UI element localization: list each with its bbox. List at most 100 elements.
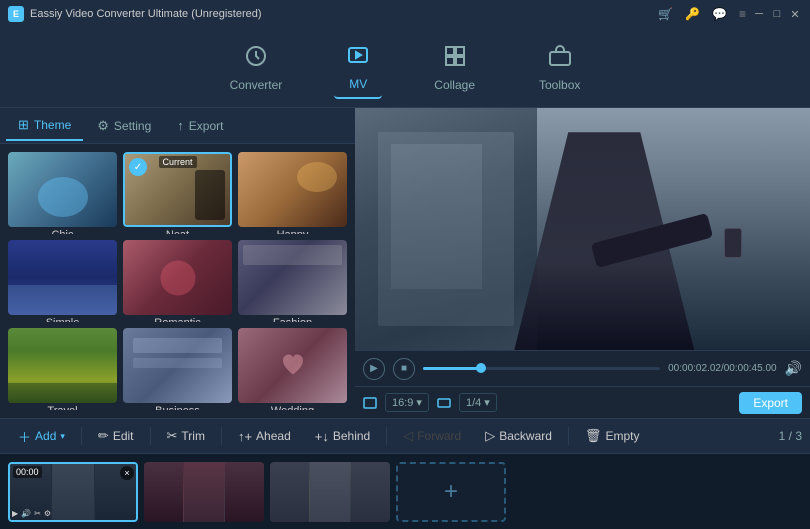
theme-travel[interactable]: Travel [8,328,117,410]
theme-tab-icon: ⊞ [18,117,29,133]
theme-business-name: Business [123,405,232,410]
theme-chic-name: Chic [8,229,117,234]
right-panel: ▶ ■ 00:00:02.02/00:00:45.00 🔊 16:9 ▾ 1/4 [355,108,810,418]
theme-wedding-name: Wedding [238,405,347,410]
theme-simple[interactable]: Simple [8,240,117,322]
quality-select[interactable]: 1/4 ▾ [459,393,497,412]
theme-happy[interactable]: Happy [238,152,347,234]
quality-chevron: ▾ [484,396,490,409]
edit-icon: ✏ [98,428,109,444]
trim-button[interactable]: ✂ Trim [157,424,215,448]
content-area: ⊞ Theme ⚙ Setting ↑ Export Chic [0,108,810,418]
add-clip-button[interactable]: + [396,462,506,522]
mv-icon [346,43,370,73]
converter-icon [244,44,268,74]
setting-tab-label: Setting [114,119,151,133]
theme-wedding[interactable]: Wedding [238,328,347,410]
preview-controls: ▶ ■ 00:00:02.02/00:00:45.00 🔊 [355,350,810,386]
menu-icon[interactable]: ≡ [739,7,746,21]
aspect-ratio-select[interactable]: 16:9 ▾ [385,393,429,412]
title-bar: E Eassiy Video Converter Ultimate (Unreg… [0,0,810,28]
backward-button[interactable]: ▷ Backward [475,424,562,448]
volume-icon[interactable]: 🔊 [785,360,802,377]
collage-label: Collage [434,78,475,92]
theme-travel-name: Travel [8,405,117,410]
theme-fashion[interactable]: Fashion [238,240,347,322]
window-toolbar-icons: 🛒 🔑 💬 ≡ [658,7,746,21]
clip-1-time: 00:00 [13,466,42,478]
stop-button[interactable]: ■ [393,358,415,380]
empty-icon: 🗑 [585,428,602,444]
close-button[interactable]: ✕ [788,7,802,21]
clip-item-1[interactable]: 00:00 × ▶ 🔊 ✂ ⚙ [8,462,138,522]
edit-button[interactable]: ✏ Edit [88,424,144,448]
clip-1-close[interactable]: × [120,466,134,480]
clip-item-2[interactable] [144,462,264,522]
theme-romantic-name: Romantic [123,317,232,322]
clip-settings-icon[interactable]: ⚙ [44,509,51,518]
toolbar-item-collage[interactable]: Collage [422,38,487,98]
backward-icon: ▷ [485,428,495,444]
window-controls: ─ □ ✕ [752,7,802,21]
forward-button[interactable]: ◁ Forward [393,424,471,448]
ahead-button[interactable]: ↑+ Ahead [228,425,301,448]
empty-button[interactable]: 🗑 Empty [575,424,650,448]
clip-play-icon[interactable]: ▶ [12,509,18,518]
mv-label: MV [349,77,367,91]
play-button[interactable]: ▶ [363,358,385,380]
edit-label: Edit [113,429,134,443]
theme-grid: Chic ✓ Current Neat Happy [0,144,355,418]
timeline: 00:00 × ▶ 🔊 ✂ ⚙ [0,454,810,529]
quality-icon [437,396,451,410]
clip-1-controls: ▶ 🔊 ✂ ⚙ [12,509,51,518]
theme-chic[interactable]: Chic [8,152,117,234]
theme-neat[interactable]: ✓ Current Neat [123,152,232,234]
clip-vol-icon[interactable]: 🔊 [21,509,31,518]
theme-tab-label: Theme [34,118,71,132]
key-icon[interactable]: 🔑 [685,7,700,21]
separator-2 [150,427,151,445]
ahead-label: Ahead [256,429,291,443]
action-bar: ＋ Add ▾ ✏ Edit ✂ Trim ↑+ Ahead +↓ Behind… [0,418,810,454]
aspect-ratio-value: 16:9 [392,397,413,409]
cart-icon[interactable]: 🛒 [658,7,673,21]
tab-theme[interactable]: ⊞ Theme [6,111,83,141]
theme-romantic[interactable]: Romantic [123,240,232,322]
toolbar-item-mv[interactable]: MV [334,37,382,99]
add-dropdown-icon: ▾ [60,431,65,442]
app-title: Eassiy Video Converter Ultimate (Unregis… [30,8,652,20]
theme-neat-name: Neat [123,229,232,234]
ahead-icon: ↑+ [238,429,252,444]
left-panel: ⊞ Theme ⚙ Setting ↑ Export Chic [0,108,355,418]
theme-simple-name: Simple [8,317,117,322]
separator-3 [221,427,222,445]
toolbox-icon [548,44,572,74]
progress-bar[interactable] [423,367,660,370]
tab-setting[interactable]: ⚙ Setting [85,112,163,140]
tab-bar: ⊞ Theme ⚙ Setting ↑ Export [0,108,355,144]
empty-label: Empty [605,429,639,443]
chat-icon[interactable]: 💬 [712,7,727,21]
maximize-button[interactable]: □ [770,7,784,21]
clip-item-3[interactable] [270,462,390,522]
add-button[interactable]: ＋ Add ▾ [8,423,75,450]
toolbar-item-toolbox[interactable]: Toolbox [527,38,592,98]
setting-tab-icon: ⚙ [97,118,109,134]
minimize-button[interactable]: ─ [752,7,766,21]
tab-export[interactable]: ↑ Export [165,112,235,139]
preview-info: 16:9 ▾ 1/4 ▾ Export [355,386,810,418]
theme-happy-name: Happy [238,229,347,234]
quality-value: 1/4 [466,397,481,409]
export-tab-label: Export [189,119,224,133]
add-label: Add [35,429,56,443]
separator-1 [81,427,82,445]
behind-button[interactable]: +↓ Behind [305,425,380,448]
theme-business[interactable]: Business [123,328,232,410]
clip-trim-icon[interactable]: ✂ [34,509,41,518]
export-button[interactable]: Export [739,392,802,414]
toolbar-item-converter[interactable]: Converter [218,38,295,98]
converter-label: Converter [230,78,283,92]
separator-4 [386,427,387,445]
export-tab-icon: ↑ [177,118,184,133]
forward-label: Forward [417,429,461,443]
